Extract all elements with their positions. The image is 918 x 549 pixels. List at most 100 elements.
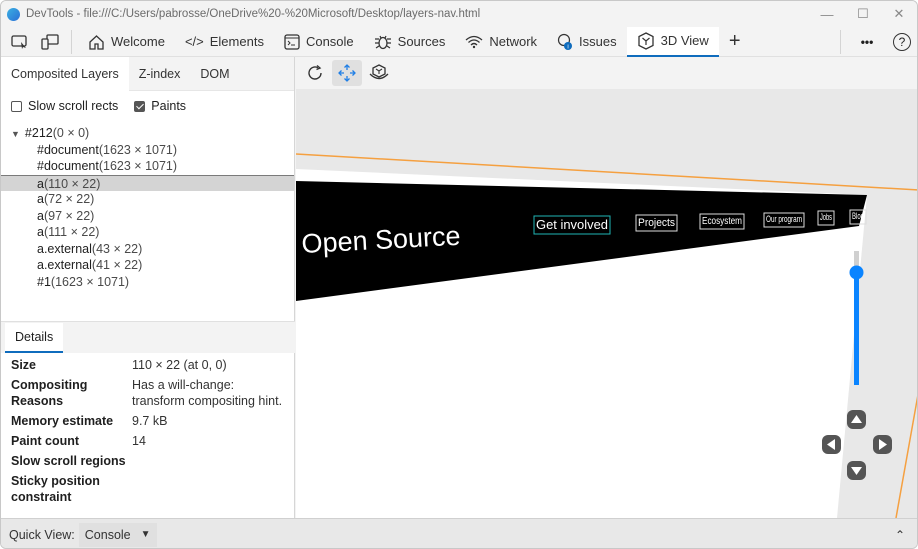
detail-sticky-position: Sticky position constraint	[11, 474, 100, 504]
nav-link-text: Projects	[638, 217, 675, 229]
more-tools-button[interactable]: •••	[847, 27, 887, 57]
tree-row[interactable]: a(111 × 22)	[1, 224, 294, 241]
tab-sources[interactable]: Sources	[364, 27, 456, 57]
detail-size: Size 110 × 22 (at 0, 0)	[11, 358, 227, 372]
subtab-z-index[interactable]: Z-index	[129, 57, 191, 91]
rotate-mode-button[interactable]	[364, 60, 394, 86]
window-title: DevTools - file:///C:/Users/pabrosse/One…	[26, 8, 481, 20]
tab-label: Welcome	[111, 34, 165, 49]
layers-subtabs: Composited Layers Z-index DOM	[1, 56, 294, 91]
slow-scroll-rects-label: Slow scroll rects	[28, 99, 119, 113]
minimize-button[interactable]: —	[809, 1, 845, 27]
main-toolbar: Welcome </> Elements Console Sources Net…	[1, 26, 917, 57]
close-button[interactable]: ✕	[881, 1, 917, 27]
tab-welcome[interactable]: Welcome	[78, 27, 175, 57]
toolbar-divider	[840, 30, 841, 54]
tab-issues[interactable]: i Issues	[547, 27, 627, 57]
layer-details: Size 110 × 22 (at 0, 0) Compositing Reaso…	[1, 355, 295, 507]
layer-border-right	[895, 395, 917, 518]
details-tabbar: Details	[1, 321, 295, 353]
add-tab-button[interactable]: +	[719, 27, 751, 57]
tab-console[interactable]: Console	[274, 27, 364, 57]
paints-label: Paints	[151, 99, 187, 113]
title-bar: DevTools - file:///C:/Users/pabrosse/One…	[1, 1, 917, 27]
expand-triangle-icon[interactable]: ▼	[11, 129, 20, 139]
pan-arrows-icon	[338, 64, 356, 82]
svg-text:i: i	[567, 44, 568, 50]
tab-label: Sources	[397, 34, 446, 49]
detail-compositing-reasons: Compositing Reasons Has a will-change: tr…	[11, 378, 283, 408]
3d-viewport-panel: Open Source Get involved Projects Ecosyste…	[296, 57, 918, 518]
nav-link-layer[interactable]: Projects	[635, 214, 678, 232]
dropdown-arrow-icon: ▼	[140, 529, 151, 540]
tab-label: Console	[305, 34, 354, 49]
nav-link-text: Our program	[766, 214, 802, 224]
tab-label: Network	[489, 34, 538, 49]
zoom-slider-fill	[854, 272, 859, 385]
layer-tree: ▼ #212(0 × 0) #document(1623 × 1071) #doc…	[1, 121, 294, 290]
pan-mode-button[interactable]	[332, 60, 362, 86]
detail-slow-scroll-regions: Slow scroll regions	[11, 454, 126, 468]
pan-up-button[interactable]	[847, 410, 866, 429]
quick-view-label: Quick View:	[9, 527, 75, 542]
layers-panel: Composited Layers Z-index DOM Slow scrol…	[1, 56, 295, 518]
tab-elements[interactable]: </> Elements	[175, 27, 274, 57]
toolbar-right: ••• ?	[834, 27, 917, 57]
quick-view-value: Console	[84, 527, 131, 542]
tree-row[interactable]: #1(1623 × 1071)	[1, 274, 294, 291]
nav-link-layer[interactable]: Ecosystem	[699, 213, 745, 230]
tree-row[interactable]: #document(1623 × 1071)	[1, 158, 294, 175]
detail-memory-estimate: Memory estimate 9.7 kB	[11, 414, 168, 428]
3d-scene[interactable]: Open Source Get involved Projects Ecosyste…	[296, 89, 918, 518]
reset-view-button[interactable]	[300, 60, 330, 86]
nav-link-text: Jobs	[820, 212, 832, 222]
paints-checkbox[interactable]	[134, 100, 146, 112]
console-icon	[284, 33, 300, 50]
slow-scroll-rects-checkbox[interactable]	[11, 100, 22, 112]
toolbar-divider	[71, 29, 72, 54]
pan-left-button[interactable]	[822, 435, 841, 454]
layer-options: Slow scroll rects Paints	[1, 91, 294, 121]
tab-3d-view[interactable]: 3D View	[626, 26, 719, 57]
tree-row[interactable]: a.external(41 × 22)	[1, 257, 294, 274]
expand-drawer-button[interactable]: ⌃	[895, 528, 905, 542]
help-button[interactable]: ?	[887, 27, 917, 57]
pan-down-button[interactable]	[847, 461, 866, 480]
quick-view-select[interactable]: Console ▼	[78, 522, 157, 547]
wifi-icon	[465, 35, 483, 48]
help-icon: ?	[893, 33, 911, 51]
tree-row[interactable]: a(72 × 22)	[1, 191, 294, 208]
nav-link-text: Blog	[852, 211, 864, 221]
rotate-cube-icon	[369, 64, 389, 80]
zoom-slider-thumb[interactable]	[849, 265, 864, 280]
pan-right-button[interactable]	[873, 435, 892, 454]
tree-row[interactable]: #document(1623 × 1071)	[1, 142, 294, 159]
tree-row[interactable]: ▼ #212(0 × 0)	[1, 125, 294, 142]
tree-row-selected[interactable]: a(110 × 22)	[1, 174, 294, 191]
inspect-icon[interactable]	[5, 27, 35, 57]
tab-details[interactable]: Details	[5, 323, 64, 353]
cube-icon	[637, 31, 654, 50]
3d-toolbar	[296, 57, 917, 89]
lightbulb-icon: i	[557, 33, 573, 50]
tab-label: Issues	[579, 34, 617, 49]
tab-label: 3D View	[660, 33, 709, 48]
detail-paint-count: Paint count 14	[11, 434, 146, 448]
tab-network[interactable]: Network	[455, 27, 547, 57]
device-emulation-icon[interactable]	[35, 27, 65, 57]
tree-row[interactable]: a(97 × 22)	[1, 208, 294, 225]
devtools-window: DevTools - file:///C:/Users/pabrosse/One…	[0, 0, 918, 549]
tree-row[interactable]: a.external(43 × 22)	[1, 241, 294, 258]
subtab-dom[interactable]: DOM	[190, 57, 239, 91]
tab-label: Elements	[209, 34, 264, 49]
nav-link-layer[interactable]: Get involved	[533, 215, 611, 235]
code-icon: </>	[184, 34, 204, 49]
edge-logo-icon	[7, 7, 20, 21]
nav-link-text: Ecosystem	[702, 216, 742, 227]
maximize-button[interactable]: ☐	[845, 1, 881, 27]
subtab-composited-layers[interactable]: Composited Layers	[1, 56, 129, 91]
quick-view-bar: Quick View: Console ▼ ⌃	[1, 518, 917, 548]
refresh-icon	[308, 64, 322, 80]
nav-link-text: Get involved	[536, 217, 608, 232]
bug-icon	[374, 35, 391, 49]
